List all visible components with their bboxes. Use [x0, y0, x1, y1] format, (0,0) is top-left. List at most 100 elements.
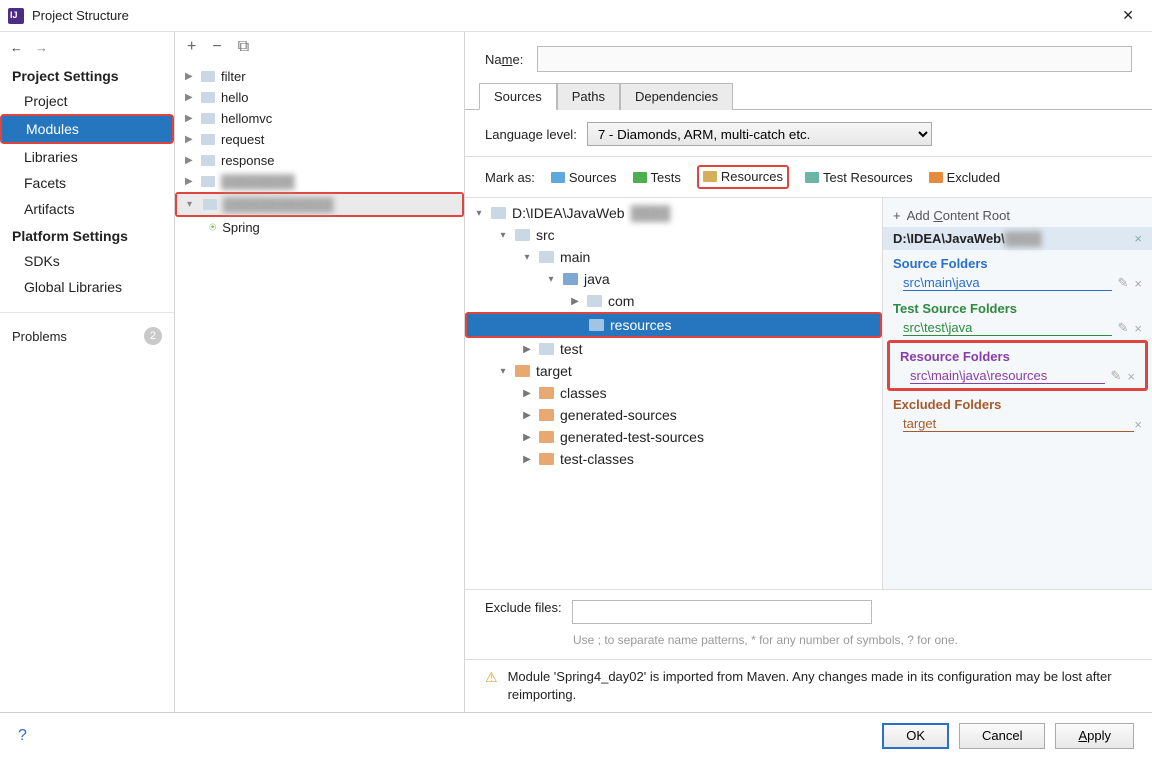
dir-src[interactable]: ▾src	[465, 224, 882, 246]
warning-row: ⚠ Module 'Spring4_day02' is imported fro…	[465, 659, 1152, 712]
nav-sdks[interactable]: SDKs	[0, 248, 174, 274]
chevron-right-icon[interactable]: ▶	[185, 71, 195, 82]
ok-button[interactable]: OK	[882, 723, 949, 749]
dir-root[interactable]: ▾D:\IDEA\JavaWeb████	[465, 202, 882, 224]
remove-root-icon[interactable]: ×	[1134, 231, 1142, 246]
dir-main[interactable]: ▾main	[465, 246, 882, 268]
mark-as-label: Mark as:	[485, 170, 535, 185]
chevron-right-icon[interactable]: ▶	[521, 432, 533, 443]
tab-sources[interactable]: Sources	[479, 83, 557, 110]
folder-resources-icon	[589, 319, 604, 331]
module-icon	[201, 113, 215, 124]
chevron-right-icon[interactable]: ▶	[521, 388, 533, 399]
cancel-button[interactable]: Cancel	[959, 723, 1045, 749]
module-icon	[201, 92, 215, 103]
folder-orange-icon	[539, 431, 554, 443]
module-child-spring[interactable]: ⍟Spring	[175, 217, 464, 238]
chevron-right-icon[interactable]: ▶	[185, 155, 195, 166]
tab-paths[interactable]: Paths	[557, 83, 620, 110]
resource-folder-item[interactable]: src\main\java\resources✎×	[890, 366, 1145, 388]
copy-module-icon[interactable]: ⧉	[238, 38, 249, 56]
chevron-down-icon[interactable]: ▾	[497, 366, 509, 377]
source-folder-item[interactable]: src\main\java✎×	[883, 273, 1152, 295]
chevron-down-icon[interactable]: ▾	[187, 199, 197, 210]
exclude-files-input[interactable]	[572, 600, 872, 624]
chevron-right-icon[interactable]: ▶	[185, 176, 195, 187]
remove-module-icon[interactable]: −	[212, 38, 221, 56]
nav-facets[interactable]: Facets	[0, 170, 174, 196]
mark-sources-button[interactable]: Sources	[551, 170, 617, 185]
module-list: + − ⧉ ▶filter ▶hello ▶hellomvc ▶request …	[175, 32, 465, 712]
chevron-down-icon[interactable]: ▾	[521, 252, 533, 263]
dir-test[interactable]: ▶test	[465, 338, 882, 360]
dir-classes[interactable]: ▶classes	[465, 382, 882, 404]
test-source-folders-title: Test Source Folders	[883, 295, 1152, 318]
nav-global-libraries[interactable]: Global Libraries	[0, 274, 174, 300]
app-icon	[8, 8, 24, 24]
mark-test-resources-button[interactable]: Test Resources	[805, 170, 913, 185]
back-arrow-icon[interactable]: ←	[10, 40, 23, 55]
module-node: ▶████████	[175, 171, 464, 192]
titlebar: Project Structure ✕	[0, 0, 1152, 32]
chevron-right-icon[interactable]: ▶	[521, 410, 533, 421]
tab-dependencies[interactable]: Dependencies	[620, 83, 733, 110]
chevron-down-icon[interactable]: ▾	[545, 274, 557, 285]
nav-problems[interactable]: Problems 2	[0, 312, 174, 351]
close-icon[interactable]: ×	[1127, 369, 1135, 384]
mark-excluded-button[interactable]: Excluded	[929, 170, 1000, 185]
dir-com[interactable]: ▶com	[465, 290, 882, 312]
folder-orange-icon	[929, 172, 943, 183]
dir-target[interactable]: ▾target	[465, 360, 882, 382]
nav-modules[interactable]: Modules	[2, 116, 172, 142]
module-icon	[201, 71, 215, 82]
close-icon[interactable]: ×	[1134, 321, 1142, 336]
mark-resources-button[interactable]: Resources	[703, 169, 783, 184]
exclude-files-row: Exclude files:	[465, 589, 1152, 628]
close-icon[interactable]: ×	[1134, 276, 1142, 291]
excluded-folder-item[interactable]: target×	[883, 414, 1152, 436]
module-node-selected[interactable]: ▾████████████	[177, 194, 462, 215]
edit-icon[interactable]: ✎	[1111, 368, 1122, 384]
folder-teal-icon	[805, 172, 819, 183]
mark-tests-button[interactable]: Tests	[633, 170, 681, 185]
module-icon	[201, 134, 215, 145]
help-icon[interactable]: ?	[18, 727, 27, 745]
folder-blue-icon	[551, 172, 565, 183]
dir-java[interactable]: ▾java	[465, 268, 882, 290]
content-root-path[interactable]: D:\IDEA\JavaWeb\████×	[883, 227, 1152, 250]
add-module-icon[interactable]: +	[187, 38, 196, 56]
dir-test-classes[interactable]: ▶test-classes	[465, 448, 882, 470]
dir-gen-src[interactable]: ▶generated-sources	[465, 404, 882, 426]
chevron-right-icon[interactable]: ▶	[569, 296, 581, 307]
resource-folders-title: Resource Folders	[890, 343, 1145, 366]
chevron-right-icon[interactable]: ▶	[185, 134, 195, 145]
nav-libraries[interactable]: Libraries	[0, 144, 174, 170]
dir-gen-test[interactable]: ▶generated-test-sources	[465, 426, 882, 448]
nav-project[interactable]: Project	[0, 88, 174, 114]
exclude-files-label: Exclude files:	[485, 600, 562, 615]
nav-artifacts[interactable]: Artifacts	[0, 196, 174, 222]
module-name-input[interactable]	[537, 46, 1132, 72]
edit-icon[interactable]: ✎	[1118, 320, 1129, 336]
close-icon[interactable]: ✕	[1112, 3, 1144, 28]
dir-resources-selected[interactable]: resources	[467, 314, 880, 336]
add-content-root[interactable]: +Add Content Root	[883, 204, 1152, 227]
test-source-folder-item[interactable]: src\test\java✎×	[883, 318, 1152, 340]
chevron-right-icon[interactable]: ▶	[521, 454, 533, 465]
forward-arrow-icon[interactable]: →	[35, 40, 48, 55]
edit-icon[interactable]: ✎	[1118, 275, 1129, 291]
apply-button[interactable]: Apply	[1055, 723, 1134, 749]
chevron-right-icon[interactable]: ▶	[185, 92, 195, 103]
exclude-hint: Use ; to separate name patterns, * for a…	[465, 628, 1152, 659]
project-settings-label: Project Settings	[0, 62, 174, 88]
language-level-select[interactable]: 7 - Diamonds, ARM, multi-catch etc.	[587, 122, 932, 146]
chevron-right-icon[interactable]: ▶	[185, 113, 195, 124]
chevron-down-icon[interactable]: ▾	[497, 230, 509, 241]
module-node: ▶filter	[175, 66, 464, 87]
warning-icon: ⚠	[485, 668, 498, 704]
chevron-right-icon[interactable]: ▶	[521, 344, 533, 355]
chevron-down-icon[interactable]: ▾	[473, 208, 485, 219]
close-icon[interactable]: ×	[1134, 417, 1142, 432]
module-detail: Name: Sources Paths Dependencies Languag…	[465, 32, 1152, 712]
folder-icon	[491, 207, 506, 219]
